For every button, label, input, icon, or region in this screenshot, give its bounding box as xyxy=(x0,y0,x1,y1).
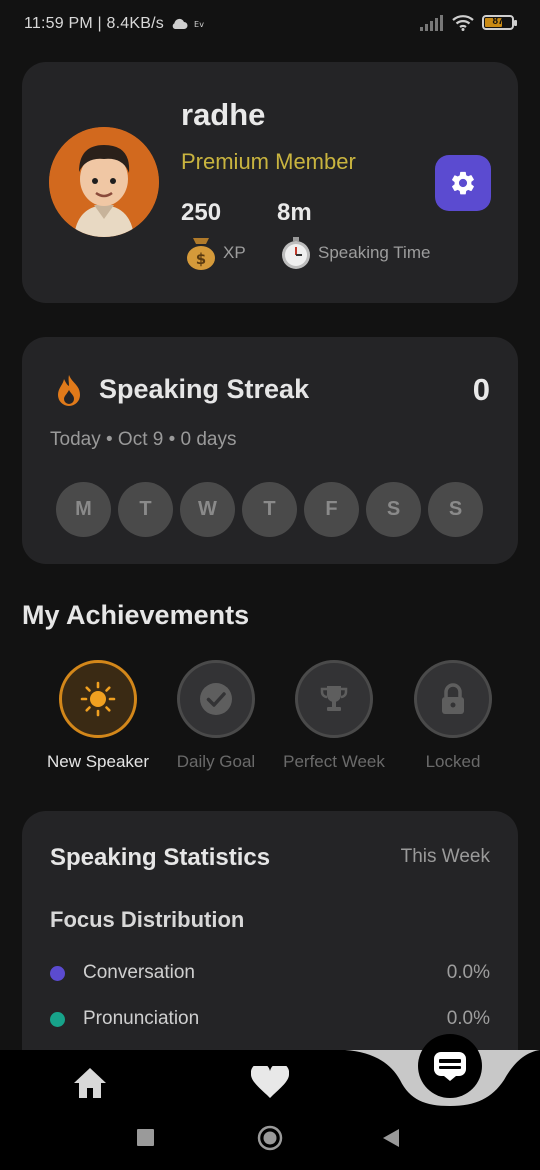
battery-level: 87 xyxy=(492,16,504,27)
xp-value: 250 xyxy=(181,199,222,226)
avatar[interactable] xyxy=(49,127,159,237)
focus-value: 0.0% xyxy=(446,1008,490,1029)
chat-bubble-icon xyxy=(434,1052,466,1081)
achievement-badge xyxy=(177,660,255,738)
lock-icon xyxy=(442,683,464,714)
status-time-speed: 11:59 PM | 8.4KB/s xyxy=(24,15,164,32)
membership-label: Premium Member xyxy=(181,149,356,174)
recent-apps-icon[interactable] xyxy=(137,1129,154,1146)
weekday-row: M T W T F S S xyxy=(56,482,483,537)
statistics-title: Speaking Statistics xyxy=(50,844,271,871)
home-icon xyxy=(74,1068,106,1098)
status-right: 87 xyxy=(420,14,517,31)
xp-stat: $ XP xyxy=(185,236,246,270)
achievement-badge xyxy=(295,660,373,738)
wifi-icon xyxy=(452,15,474,31)
statistics-period[interactable]: This Week xyxy=(401,846,490,868)
day-sunday[interactable]: S xyxy=(428,482,483,537)
focus-value: 0.0% xyxy=(446,962,490,983)
achievement-daily-goal[interactable]: Daily Goal xyxy=(157,660,275,772)
streak-card: Speaking Streak 0 Today • Oct 9 • 0 days… xyxy=(22,337,518,564)
speaking-time-stat: Speaking Time xyxy=(280,236,430,270)
focus-name: Conversation xyxy=(83,962,195,983)
streak-subtitle: Today • Oct 9 • 0 days xyxy=(50,429,237,450)
sun-icon xyxy=(80,681,116,717)
nav-chat-fab[interactable] xyxy=(418,1034,482,1098)
speaking-time-value: 8m xyxy=(277,199,312,226)
check-circle-icon xyxy=(200,683,232,715)
legend-dot xyxy=(50,965,65,981)
day-saturday[interactable]: S xyxy=(366,482,421,537)
svg-text:$: $ xyxy=(196,250,206,268)
money-bag-icon: $ xyxy=(187,238,215,270)
achievement-perfect-week[interactable]: Perfect Week xyxy=(275,660,393,772)
speaking-time-label: Speaking Time xyxy=(318,243,431,262)
gear-icon xyxy=(452,171,474,195)
legend-dot xyxy=(50,1011,65,1027)
cloud-icon xyxy=(172,18,188,29)
back-triangle-icon[interactable] xyxy=(382,1128,400,1148)
day-monday[interactable]: M xyxy=(56,482,111,537)
svg-text:Ev: Ev xyxy=(194,20,204,29)
day-wednesday[interactable]: W xyxy=(180,482,235,537)
data-saver-icon: Ev xyxy=(194,20,204,29)
focus-row-pronunciation: Pronunciation 0.0% xyxy=(50,1008,490,1030)
achievement-badge xyxy=(414,660,492,738)
focus-name: Pronunciation xyxy=(83,1008,200,1029)
system-navigation-bar xyxy=(0,1110,540,1170)
achievement-locked[interactable]: Locked xyxy=(394,660,512,772)
achievement-label: Locked xyxy=(425,752,481,771)
trophy-icon xyxy=(320,686,348,711)
status-left: 11:59 PM | 8.4KB/s Ev xyxy=(24,15,208,33)
achievement-label: New Speaker xyxy=(46,752,150,771)
focus-distribution-title: Focus Distribution xyxy=(50,907,245,932)
settings-button[interactable] xyxy=(435,155,491,211)
heart-icon xyxy=(250,1063,290,1098)
avatar-illustration xyxy=(49,127,159,237)
day-tuesday[interactable]: T xyxy=(118,482,173,537)
streak-title: Speaking Streak xyxy=(99,374,310,404)
home-circle-icon[interactable] xyxy=(257,1125,283,1151)
achievement-badge xyxy=(59,660,137,738)
day-friday[interactable]: F xyxy=(304,482,359,537)
nav-favorites-button[interactable] xyxy=(250,1063,290,1105)
achievement-label: Perfect Week xyxy=(283,752,385,771)
nav-home-button[interactable] xyxy=(72,1066,108,1105)
flame-icon xyxy=(58,375,80,406)
achievement-new-speaker[interactable]: New Speaker xyxy=(39,660,157,772)
achievements-title: My Achievements xyxy=(22,600,250,630)
stopwatch-icon xyxy=(282,237,310,269)
profile-card: radhe Premium Member 250 $ XP 8m Speakin… xyxy=(22,62,518,303)
battery-icon: 87 xyxy=(482,15,517,30)
status-bar: 11:59 PM | 8.4KB/s Ev 87 xyxy=(0,0,540,50)
focus-row-conversation: Conversation 0.0% xyxy=(50,962,490,984)
day-thursday[interactable]: T xyxy=(242,482,297,537)
streak-count: 0 xyxy=(472,372,490,407)
username: radhe xyxy=(181,97,266,132)
signal-icon xyxy=(420,14,443,31)
achievement-label: Daily Goal xyxy=(176,752,256,771)
xp-label: XP xyxy=(223,243,246,262)
